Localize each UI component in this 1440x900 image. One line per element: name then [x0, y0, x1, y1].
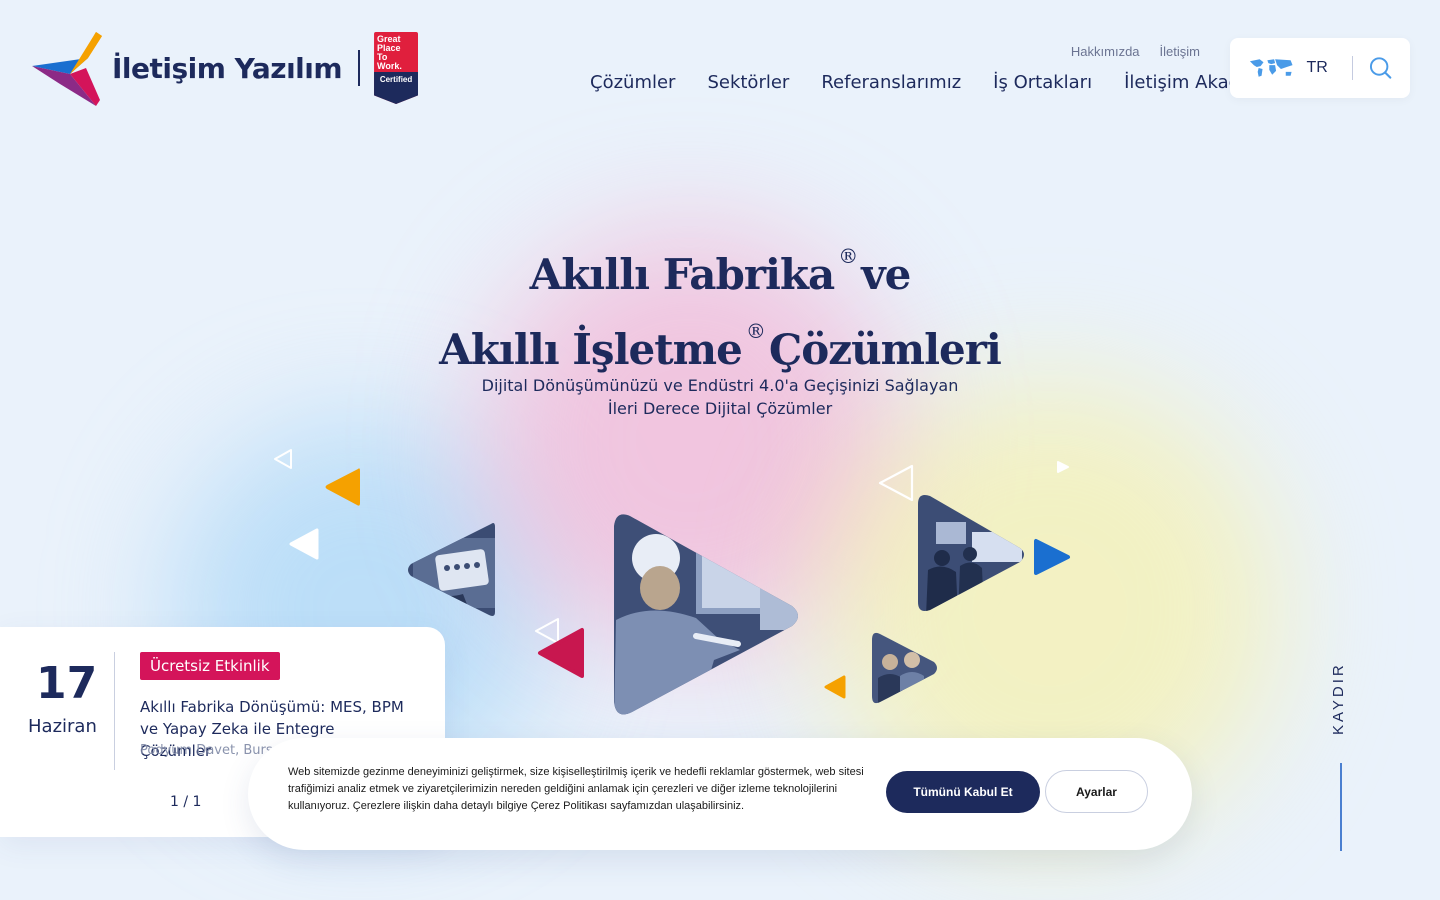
office-photo-triangle: [918, 495, 1024, 611]
brand-name: İletişim Yazılım: [112, 51, 343, 85]
nav-item-cozumler[interactable]: Çözümler: [590, 72, 675, 93]
event-badge: Ücretsiz Etkinlik: [140, 652, 280, 680]
language-search-box: TR: [1230, 38, 1410, 98]
triangle-orange-icon: [325, 468, 360, 506]
triangle-blue-icon: [1034, 539, 1070, 575]
hero-title-line2: Akıllı İşletme ®Çözümleri: [0, 303, 1440, 378]
triangle-orange-small-icon: [824, 675, 846, 699]
logo-divider: [358, 50, 361, 86]
scroll-line: [1340, 763, 1342, 851]
site-logo[interactable]: İletişim Yazılım Great Place To Work. Ce…: [30, 28, 419, 108]
main-nav: Çözümler Sektörler Referanslarımız İş Or…: [590, 72, 1274, 93]
badge-certified: Certified: [374, 72, 419, 104]
event-day: 17: [36, 658, 98, 709]
accept-all-cookies-button[interactable]: Tümünü Kabul Et: [886, 771, 1040, 813]
hero-title-part: ve: [861, 250, 911, 299]
hero-title-part: Çözümleri: [768, 325, 1002, 374]
hero-subtitle: Dijital Dönüşümünüzü ve Endüstri 4.0'a G…: [481, 376, 959, 418]
triangle-white-small-icon: [1057, 461, 1069, 473]
registered-mark: ®: [745, 319, 766, 343]
hero-title: Akıllı Fabrika ®ve Akıllı İşletme ®Çözümle…: [0, 228, 1440, 378]
event-location: Podyum Davet, Burs: [140, 743, 273, 758]
hero-title-part: Akıllı Fabrika: [529, 250, 836, 299]
search-icon[interactable]: [1369, 56, 1392, 80]
language-code[interactable]: TR: [1306, 59, 1327, 77]
lang-divider: [1351, 56, 1353, 80]
event-pager: 1 / 1: [170, 794, 202, 810]
nav-link-iletisim[interactable]: İletişim: [1160, 44, 1200, 59]
registered-mark: ®: [838, 244, 858, 268]
world-map-icon[interactable]: [1248, 57, 1294, 79]
badge-line: Work.: [377, 61, 402, 71]
hero-title-line1: Akıllı Fabrika ®ve: [0, 228, 1440, 303]
event-divider: [114, 652, 115, 770]
team-photo-triangle: [872, 632, 937, 704]
nav-item-referanslar[interactable]: Referanslarımız: [821, 72, 961, 93]
triangle-white-icon: [289, 528, 319, 560]
nav-item-sektorler[interactable]: Sektörler: [707, 72, 789, 93]
engineer-photo-triangle: [614, 514, 798, 715]
triangle-magenta-icon: [538, 628, 584, 678]
cookie-text: Web sitemizde gezinme deneyiminizi geliş…: [288, 766, 864, 812]
logo-mark-icon: [32, 32, 102, 106]
scroll-label[interactable]: KAYDIR: [1330, 662, 1347, 735]
secondary-nav: Hakkımızda İletişim: [1071, 44, 1200, 59]
nav-link-hakkimizda[interactable]: Hakkımızda: [1071, 44, 1140, 59]
triangle-outline-icon: [878, 464, 914, 502]
great-place-to-work-badge: Great Place To Work. Certified: [374, 32, 419, 104]
nav-item-is-ortaklari[interactable]: İş Ortakları: [993, 72, 1092, 93]
cookie-settings-button[interactable]: Ayarlar: [1045, 770, 1148, 813]
hero-title-part: Akıllı İşletme: [439, 325, 743, 374]
tablet-photo-triangle: [408, 523, 495, 616]
event-month: Haziran: [28, 716, 97, 737]
triangle-outline-icon: [274, 449, 292, 469]
